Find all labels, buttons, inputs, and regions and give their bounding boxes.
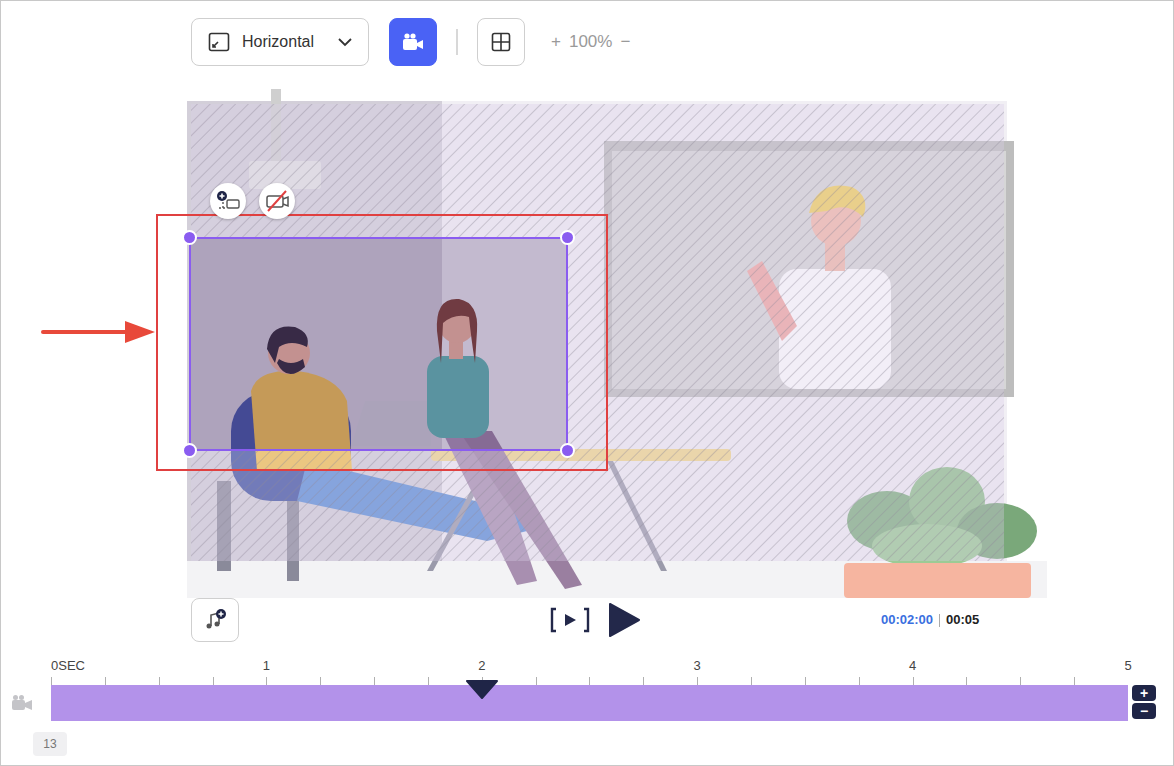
red-arrow-icon — [41, 319, 157, 345]
office-scene-illustration — [187, 101, 1047, 598]
resize-handle[interactable] — [182, 443, 197, 458]
camera-track-bar[interactable] — [51, 685, 1128, 721]
ruler-label: 1 — [263, 659, 270, 672]
music-add-icon — [203, 608, 227, 632]
track-header — [1, 642, 51, 721]
zoom-control: + 100% − — [551, 29, 630, 55]
add-path-icon — [215, 190, 241, 212]
aspect-label: Horizontal — [242, 30, 314, 54]
track-count-badge: 13 — [33, 732, 67, 756]
aspect-dropdown[interactable]: Horizontal — [191, 18, 369, 66]
resize-handle[interactable] — [560, 230, 575, 245]
ruler-label: 4 — [909, 659, 916, 672]
bracket-play-icon — [549, 606, 591, 634]
grid-button[interactable] — [477, 18, 525, 66]
resize-handle[interactable] — [182, 230, 197, 245]
play-icon — [607, 601, 641, 639]
ruler-ticks — [51, 677, 1128, 685]
zoom-out-button[interactable]: − — [620, 29, 630, 55]
timeline-zoom-out-button[interactable]: − — [1132, 703, 1156, 719]
zoom-in-button[interactable]: + — [551, 29, 561, 55]
grid-icon — [491, 32, 511, 52]
video-camera-icon — [401, 31, 425, 53]
playhead-icon[interactable] — [465, 679, 499, 699]
ruler-label: 5 — [1124, 659, 1131, 672]
no-camera-move-button[interactable] — [259, 183, 295, 219]
ruler-label: 3 — [694, 659, 701, 672]
ruler-label: 2 — [478, 659, 485, 672]
current-time: 00:02:00 — [881, 610, 933, 630]
timeline: 0SEC 1 2 3 4 5 + − — [1, 642, 1173, 721]
toolbar: Horizontal + 100% − — [1, 18, 1173, 66]
scene-canvas[interactable] — [187, 101, 1047, 598]
time-ruler: 0SEC 1 2 3 4 5 — [51, 642, 1128, 685]
time-display: 00:02:00 00:05 — [881, 610, 979, 630]
total-time: 00:05 — [946, 610, 979, 630]
time-separator — [939, 614, 940, 627]
timeline-zoom: + − — [1128, 642, 1158, 721]
camera-off-icon — [264, 190, 290, 212]
camera-track-icon — [11, 694, 33, 712]
timeline-body: 0SEC 1 2 3 4 5 — [51, 642, 1128, 721]
resize-icon — [208, 32, 230, 52]
preview-button[interactable] — [549, 606, 591, 634]
timeline-zoom-in-button[interactable]: + — [1132, 685, 1156, 701]
highlight-box — [156, 214, 608, 471]
add-music-button[interactable] — [191, 598, 239, 642]
camera-editor: Horizontal + 100% − — [0, 0, 1174, 766]
playback-controls: 00:02:00 00:05 — [1, 598, 1173, 642]
camera-mode-button[interactable] — [389, 18, 437, 66]
toolbar-divider — [456, 29, 458, 55]
chevron-down-icon — [338, 38, 352, 47]
ruler-label: 0SEC — [51, 659, 85, 672]
zoom-value: 100% — [569, 29, 612, 55]
resize-handle[interactable] — [560, 443, 575, 458]
timeline-zoom-stack: + − — [1132, 685, 1158, 721]
add-camera-path-button[interactable] — [210, 183, 246, 219]
play-button[interactable] — [607, 601, 641, 639]
camera-frame[interactable] — [189, 237, 568, 451]
